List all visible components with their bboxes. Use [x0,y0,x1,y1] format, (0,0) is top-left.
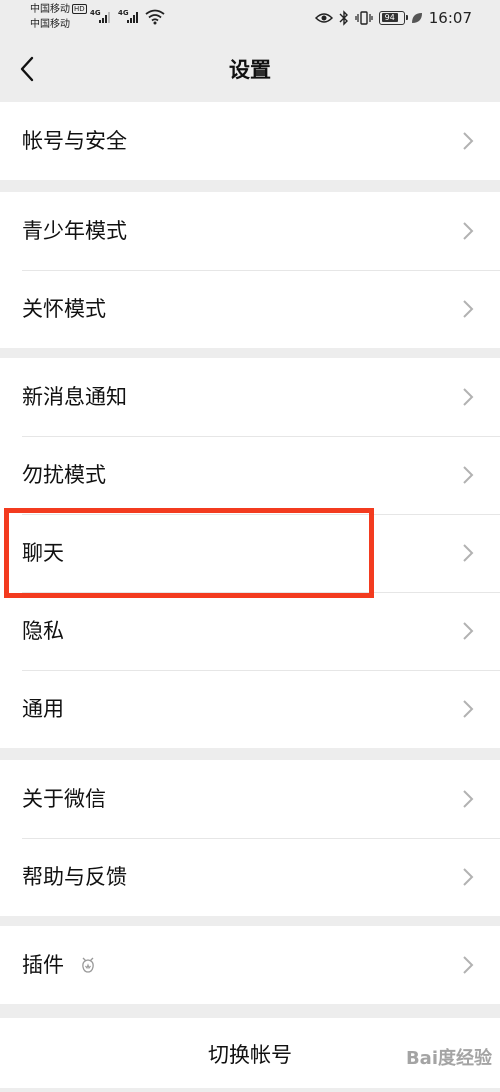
settings-item-chat[interactable]: 聊天 [0,514,500,592]
settings-group-general: 新消息通知 勿扰模式 聊天 隐私 通用 [0,358,500,748]
settings-group-plugins: 插件 [0,926,500,1004]
status-right: 94 16:07 [314,8,472,28]
chevron-right-icon [463,388,474,406]
settings-item-plugins[interactable]: 插件 [0,926,500,1004]
signal-icon-sim2: 4G [118,9,140,29]
settings-item-label: 帐号与安全 [22,129,127,153]
hd-badge: HD [72,4,87,14]
settings-item-label: 通用 [22,697,64,721]
signal-icon-sim1: 4G [90,9,112,29]
settings-item-label: 聊天 [22,541,64,565]
wifi-icon [145,9,165,25]
settings-item-label: 关怀模式 [22,297,106,321]
chevron-right-icon [463,622,474,640]
plugin-icon [82,957,94,973]
status-time: 16:07 [428,9,472,27]
status-bar: 中国移动 HD 中国移动 4G 4G 94 16:07 [0,0,500,36]
chevron-right-icon [463,956,474,974]
settings-item-help-feedback[interactable]: 帮助与反馈 [0,838,500,916]
battery-indicator: 94 [378,11,408,25]
settings-item-general[interactable]: 通用 [0,670,500,748]
settings-item-care-mode[interactable]: 关怀模式 [0,270,500,348]
settings-item-privacy[interactable]: 隐私 [0,592,500,670]
chevron-right-icon [463,700,474,718]
settings-item-label: 新消息通知 [22,385,127,409]
settings-item-label: 关于微信 [22,787,106,811]
settings-group-account: 帐号与安全 [0,102,500,180]
settings-item-do-not-disturb[interactable]: 勿扰模式 [0,436,500,514]
page-title: 设置 [229,58,271,82]
bluetooth-icon [339,10,348,26]
settings-item-label: 隐私 [22,619,64,643]
settings-item-label: 勿扰模式 [22,463,106,487]
chevron-right-icon [463,790,474,808]
chevron-right-icon [463,132,474,150]
chevron-right-icon [463,222,474,240]
chevron-right-icon [463,466,474,484]
vibrate-icon [355,11,373,25]
eye-icon [314,13,333,23]
settings-item-account-security[interactable]: 帐号与安全 [0,102,500,180]
settings-item-label: 帮助与反馈 [22,865,127,889]
carrier-2: 中国移动 [30,19,70,30]
chevron-right-icon [463,544,474,562]
chevron-right-icon [463,300,474,318]
settings-item-label: 插件 [22,953,64,977]
watermark: Bai度经验 [405,1048,492,1069]
settings-item-teen-mode[interactable]: 青少年模式 [0,192,500,270]
nav-bar: 设置 [0,40,500,100]
settings-item-notifications[interactable]: 新消息通知 [0,358,500,436]
leaf-icon [411,13,422,23]
chevron-right-icon [463,868,474,886]
settings-group-modes: 青少年模式 关怀模式 [0,192,500,348]
settings-item-label: 青少年模式 [22,219,127,243]
settings-item-about-wechat[interactable]: 关于微信 [0,760,500,838]
carrier-1: 中国移动 HD [30,4,87,15]
settings-group-about: 关于微信 帮助与反馈 [0,760,500,916]
